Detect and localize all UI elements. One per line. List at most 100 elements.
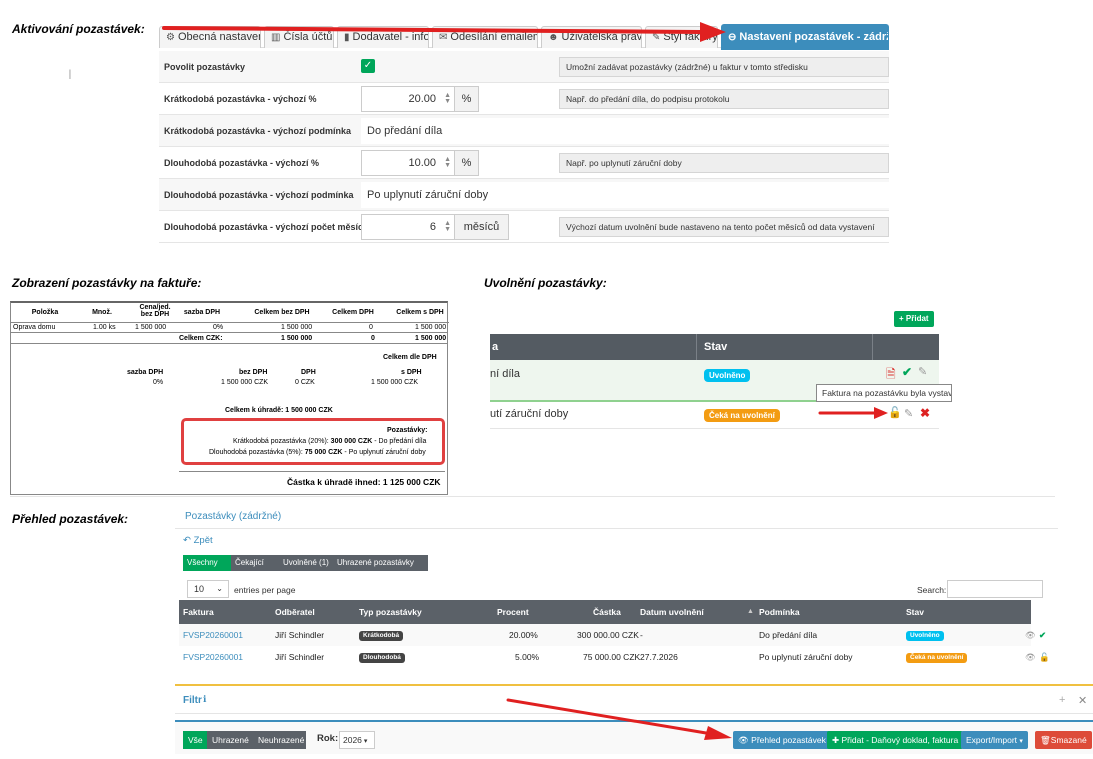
retention-long-line: Dlouhodobá pozastávka (5%): 75 000 CZK -… <box>209 449 426 456</box>
unlock-icon[interactable]: 🔓 <box>888 406 902 419</box>
eye-icon[interactable]: 👁 <box>1025 624 1036 646</box>
invoice-link[interactable]: FVSP20260001 <box>183 646 243 668</box>
search-label: Search: <box>917 585 947 595</box>
deleted-button[interactable]: 🗑Smazané <box>1035 731 1092 749</box>
divider <box>179 471 445 472</box>
filter-all[interactable]: Všechny (2) <box>183 555 231 583</box>
invoice-link[interactable]: FVSP20260001 <box>183 624 243 646</box>
table-header: Faktura Odběratel Typ pozastávky Procent… <box>179 600 1031 624</box>
search-input[interactable] <box>947 580 1043 598</box>
add-retention-button[interactable]: + Přidat <box>894 311 934 327</box>
back-icon: ↶ <box>183 535 191 546</box>
section-title-release: Uvolnění pozastávky: <box>484 276 607 290</box>
long-condition-input[interactable]: Po uplynutí záruční doby <box>361 182 889 208</box>
status-badge: Uvolněno <box>906 630 944 641</box>
setting-row-long-condition: Dlouhodobá pozastávka - výchozí podmínka… <box>159 179 889 211</box>
long-percent-input[interactable]: 10.00 ▲ ▼ <box>361 150 455 176</box>
invoice-item-row: Oprava domu 1.00 ks 1 500 000 0% 1 500 0… <box>11 324 447 333</box>
col-type[interactable]: Typ pozastávky <box>359 600 422 624</box>
col-release-date[interactable]: Datum uvolnění <box>640 600 704 624</box>
col-condition[interactable]: Podmínka <box>759 600 800 624</box>
section-title-invoice-display: Zobrazení pozastávky na faktuře: <box>12 276 202 290</box>
trash-icon: 🗑 <box>1040 735 1051 745</box>
text-cursor-icon: I <box>68 66 72 82</box>
panel-header: Pozastávky (zádržné) <box>175 507 1058 529</box>
caret-down-icon: ▾ <box>1019 738 1023 745</box>
col-invoice[interactable]: Faktura <box>183 600 214 624</box>
delete-icon[interactable]: ✖ <box>920 406 930 420</box>
pencil-icon[interactable]: ✎ <box>904 407 913 420</box>
spinner-icon[interactable]: ▲ ▼ <box>444 220 451 233</box>
status-badge: Čeká na uvolnění <box>906 652 968 663</box>
invoice-total-row: Celkem CZK: 1 500 000 0 1 500 000 <box>11 334 447 344</box>
retention-settings-panel: ⚙ Obecná nastavení ▥ Čísla účtů ▮ Dodavatel… <box>159 22 889 256</box>
red-arrow-release <box>818 407 888 419</box>
panel-title: Pozastávky (zádržné) <box>185 511 282 522</box>
setting-row-short-percent: Krátkodobá pozastávka - výchozí % 20.00 ▲… <box>159 83 889 115</box>
eye-icon[interactable]: 👁 <box>1025 646 1036 668</box>
filter-title[interactable]: Filtr <box>183 695 202 706</box>
col-status[interactable]: Stav <box>906 600 924 624</box>
table-row: FVSP20260001 Jiří Schindler Dlouhodobá 5… <box>179 646 1050 668</box>
plus-icon: ✚ <box>832 735 840 745</box>
expand-icon[interactable]: + <box>1059 694 1065 706</box>
type-pill: Dlouhodobá <box>359 652 405 663</box>
year-label: Rok: <box>317 733 339 744</box>
release-panel: + Přidat a Stav ní díla Uvolněno 🗎 ✔ ✎ F… <box>490 303 952 448</box>
col-customer[interactable]: Odběratel <box>275 600 315 624</box>
retention-title: Pozastávky: <box>387 427 428 434</box>
chevron-down-icon: ⌄ <box>216 584 223 593</box>
setting-row-short-condition: Krátkodobá pozastávka - výchozí podmínka… <box>159 115 889 147</box>
filter-paid[interactable]: Uhrazené pozastávky (0) <box>333 555 428 583</box>
retention-overview-button[interactable]: 👁 Přehled pozastávek <box>733 731 831 749</box>
setting-row-long-months: Dlouhodobá pozastávka - výchozí počet mě… <box>159 211 889 243</box>
sort-asc-icon: ▲ <box>747 608 754 615</box>
status-filter-group: Všechny (2) Čekající (1) Uvolněné (1) Uh… <box>183 555 428 583</box>
divider <box>10 496 1055 497</box>
page-size-select[interactable]: 10 ⌄ <box>187 580 229 598</box>
filter-waiting[interactable]: Čekající (1) <box>231 555 279 583</box>
tooltip: Faktura na pozastávku byla vystavena <box>816 384 952 402</box>
enable-retention-checkbox[interactable]: ✓ <box>361 59 375 73</box>
section-title-overview: Přehled pozastávek: <box>12 512 129 526</box>
pdf-icon[interactable]: 🗎 <box>886 365 896 386</box>
col-amount[interactable]: Částka <box>593 600 621 624</box>
release-table-header: a Stav <box>490 334 939 360</box>
pencil-icon[interactable]: ✎ <box>918 365 927 378</box>
tab-retention-settings[interactable]: ⊖ Nastavení pozastávek - zádržné <box>721 24 889 50</box>
add-invoice-button[interactable]: ✚ Přidat - Daňový doklad, faktura <box>827 731 964 749</box>
retention-short-line: Krátkodobá pozastávka (20%): 300 000 CZK… <box>233 438 427 445</box>
status-badge: Čeká na uvolnění <box>704 409 780 422</box>
status-badge: Uvolněno <box>704 369 751 382</box>
to-pay-total: Celkem k úhradě: 1 500 000 CZK <box>225 407 333 414</box>
filter-released[interactable]: Uvolněné (1) <box>279 555 333 571</box>
pay-filter-all[interactable]: Vše <box>183 731 207 749</box>
col-percent[interactable]: Procent <box>497 600 529 624</box>
export-import-button[interactable]: Export/Import ▾ <box>961 731 1028 749</box>
red-arrow-tabs <box>162 22 726 42</box>
spinner-icon[interactable]: ▲ ▼ <box>444 156 451 169</box>
entries-label: entries per page <box>234 585 296 595</box>
pay-now-amount: Částka k úhradě ihned: 1 125 000 CZK <box>287 477 441 487</box>
pay-filter-paid[interactable]: Uhrazené <box>207 731 253 749</box>
invoice-preview: Položka Množ. Cena/jed. bez DPH sazba DP… <box>10 301 449 495</box>
retention-overview-panel: Pozastávky (zádržné) ↶ Zpět Všechny (2) … <box>175 505 1058 670</box>
section-title-activation: Aktivování pozastávek: <box>12 22 145 36</box>
check-icon[interactable]: ✔ <box>1039 624 1046 646</box>
short-condition-input[interactable]: Do předání díla <box>361 118 889 144</box>
short-percent-input[interactable]: 20.00 ▲ ▼ <box>361 86 455 112</box>
year-select[interactable]: 2026 ▾ <box>339 731 375 749</box>
setting-row-long-percent: Dlouhodobá pozastávka - výchozí % 10.00 ▲… <box>159 147 889 179</box>
setting-row-enable: Povolit pozastávky ✓ Umožní zadávat poza… <box>159 51 889 83</box>
type-pill: Krátkodobá <box>359 630 404 641</box>
vat-summary-title: Celkem dle DPH <box>383 354 437 361</box>
long-months-input[interactable]: 6 ▲ ▼ <box>361 214 455 240</box>
table-row: FVSP20260001 Jiří Schindler Krátkodobá 2… <box>179 624 1046 646</box>
caret-down-icon: ▾ <box>363 738 368 745</box>
back-link[interactable]: ↶ Zpět <box>183 535 213 546</box>
check-icon[interactable]: ✔ <box>902 365 912 379</box>
unlock-icon[interactable]: 🔓 <box>1039 646 1050 668</box>
spinner-icon[interactable]: ▲ ▼ <box>444 92 451 105</box>
close-icon[interactable]: ✕ <box>1078 694 1087 707</box>
pay-filter-unpaid[interactable]: Neuhrazené <box>253 731 306 749</box>
